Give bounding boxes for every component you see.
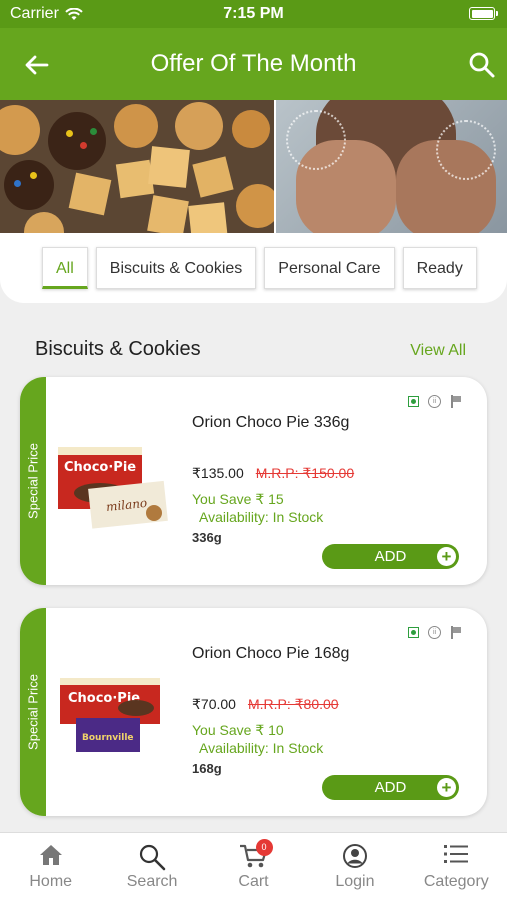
flag-icon[interactable] [450,626,462,639]
tab-home[interactable]: Home [0,833,101,900]
price-row: ₹135.00 M.R.P: ₹150.00 [192,465,354,482]
category-tabs-panel: All Biscuits & Cookies Personal Care Rea… [0,233,507,303]
personal-care-banner-image[interactable] [274,100,507,233]
product-weight: 168g [192,761,222,776]
special-price-ribbon: Special Price [20,377,46,585]
search-icon[interactable] [467,50,497,80]
cart-count-badge: 0 [255,839,273,856]
back-arrow-icon[interactable] [22,50,52,80]
add-button-label: ADD [374,548,407,565]
flag-icon[interactable] [450,395,462,408]
price-row: ₹70.00 M.R.P: ₹80.00 [192,696,339,713]
tab-search[interactable]: Search [101,833,202,900]
tab-cart[interactable]: 0 Cart [203,833,304,900]
mrp-price: M.R.P: ₹150.00 [255,465,355,481]
product-card[interactable]: Special Price Choco·Pie Bournville ii Or… [20,608,487,816]
product-image[interactable]: Choco·Pie Bournville [56,668,168,760]
plus-icon: + [437,778,456,797]
battery-icon [469,7,498,20]
tab-ready[interactable]: Ready [402,247,477,289]
veg-icon [408,627,419,638]
offer-price: ₹135.00 [192,465,244,481]
bottom-tab-bar: Home Search 0 Cart Login Category [0,832,507,900]
tab-login[interactable]: Login [304,833,405,900]
tab-category[interactable]: Category [406,833,507,900]
status-time: 7:15 PM [223,5,284,22]
tab-label: Search [126,873,178,890]
you-save-text: You Save ₹ 10 [192,722,284,738]
search-icon [140,844,166,871]
product-image[interactable]: Choco·Pie milano [56,437,168,529]
product-name[interactable]: Orion Choco Pie 168g [192,645,349,663]
view-all-link[interactable]: View All [410,342,466,360]
product-flags: ii [408,626,462,639]
product-weight: 336g [192,530,222,545]
status-bar: Carrier 7:15 PM [0,0,507,28]
page-title: Offer Of The Month [150,50,357,77]
mrp-price: M.R.P: ₹80.00 [247,696,339,712]
you-save-text: You Save ₹ 15 [192,491,284,507]
product-card[interactable]: Special Price Choco·Pie milano ii Orion … [20,377,487,585]
special-price-ribbon: Special Price [20,608,46,816]
veg-icon [408,396,419,407]
home-icon [39,845,62,865]
list-icon [444,845,469,863]
add-button-label: ADD [374,779,407,796]
add-to-cart-button[interactable]: ADD + [322,775,459,800]
tab-label: Home [29,873,73,890]
tab-label: Cart [238,873,269,890]
plus-icon: + [437,547,456,566]
nav-bar: Offer Of The Month [0,28,507,100]
svg-text:Choco·Pie: Choco·Pie [64,460,136,475]
tab-all[interactable]: All [42,247,88,289]
tab-personal-care[interactable]: Personal Care [264,247,395,289]
svg-text:Bournville: Bournville [82,733,134,743]
section-header: Biscuits & Cookies View All [0,338,507,368]
offer-banner-carousel[interactable] [0,100,507,233]
availability-text: Availability: In Stock [199,509,324,525]
info-icon[interactable]: ii [428,626,441,639]
product-name[interactable]: Orion Choco Pie 336g [192,414,349,432]
offer-price: ₹70.00 [192,696,236,712]
availability-text: Availability: In Stock [199,740,324,756]
add-to-cart-button[interactable]: ADD + [322,544,459,569]
category-tabs: All Biscuits & Cookies Personal Care Rea… [42,247,477,289]
section-title: Biscuits & Cookies [35,338,201,360]
user-icon [342,844,367,868]
tab-label: Category [423,873,489,890]
tab-biscuits-cookies[interactable]: Biscuits & Cookies [95,247,257,289]
product-flags: ii [408,395,462,408]
info-icon[interactable]: ii [428,395,441,408]
cookies-banner-image[interactable] [0,100,274,233]
tab-label: Login [335,873,375,890]
